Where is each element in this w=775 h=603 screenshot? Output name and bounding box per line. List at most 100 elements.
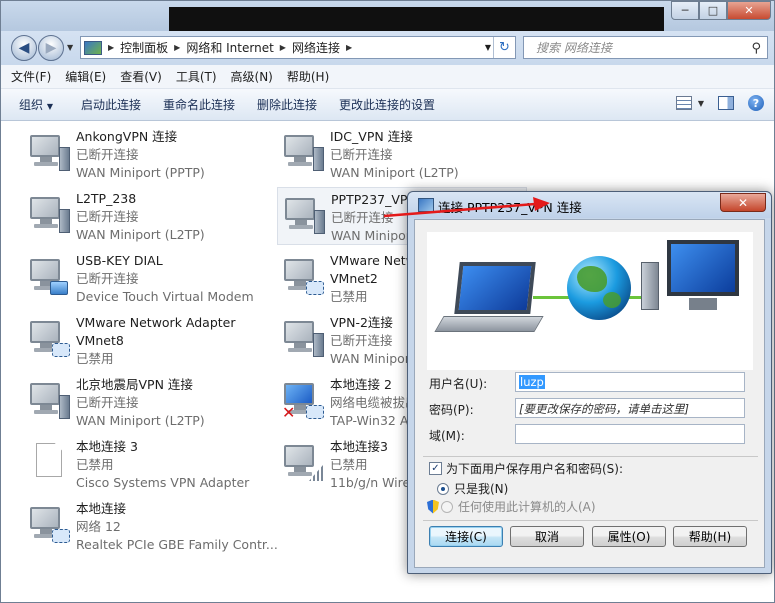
title-bar-overlay	[169, 7, 664, 31]
username-field[interactable]: luzp	[515, 372, 745, 392]
breadcrumb-network-internet[interactable]: 网络和 Internet	[186, 39, 273, 56]
connection-status: 已断开连接	[76, 209, 139, 224]
uac-shield-icon	[427, 499, 439, 514]
tower-icon	[641, 262, 659, 310]
only-me-radio[interactable]	[437, 482, 449, 495]
connection-device: WAN Miniport (PPTP)	[76, 165, 205, 180]
vpn-icon	[282, 319, 324, 359]
vpn-icon	[28, 381, 70, 421]
connection-status: 已禁用	[76, 351, 114, 366]
save-credentials-label: 为下面用户保存用户名和密码(S):	[446, 462, 624, 476]
chevron-right-icon[interactable]: ▶	[346, 43, 352, 52]
connection-device: WAN Miniport (L2TP)	[76, 227, 205, 242]
command-bar: 组织 ▼ 启动此连接 重命名此连接 删除此连接 更改此连接的设置 ▼ ?	[1, 89, 774, 121]
dialog-title: 连接 PPTP237_VPN 连接	[438, 200, 582, 215]
properties-button[interactable]: 属性(O)	[592, 526, 666, 547]
domain-label: 域(M):	[429, 429, 465, 443]
save-credentials-row[interactable]: ✓ 为下面用户保存用户名和密码(S):	[429, 460, 623, 477]
search-icon[interactable]: ⚲	[751, 41, 761, 56]
username-value: luzp	[519, 375, 545, 389]
network-folder-icon	[84, 40, 102, 55]
divider	[423, 520, 758, 521]
connection-status: 已断开连接	[76, 147, 139, 162]
preview-pane-icon[interactable]	[718, 96, 734, 110]
connection-status: 已禁用	[76, 457, 114, 472]
connection-vmnet8[interactable]: VMware Network Adapter VMnet8 已禁用	[23, 311, 273, 369]
connection-beijing-vpn[interactable]: 北京地震局VPN 连接 已断开连接 WAN Miniport (L2TP)	[23, 373, 273, 431]
connection-ankongvpn[interactable]: AnkongVPN 连接 已断开连接 WAN Miniport (PPTP)	[23, 125, 273, 183]
address-bar[interactable]: ▶ 控制面板 ▶ 网络和 Internet ▶ 网络连接 ▶ ▼ ↻	[80, 36, 516, 59]
modem-icon	[28, 257, 70, 297]
vpn-icon	[28, 195, 70, 235]
connection-name: L2TP_238	[76, 191, 137, 206]
connection-name: 北京地震局VPN 连接	[76, 377, 193, 392]
connection-device: WAN Miniport (L2TP)	[330, 165, 459, 180]
view-dropdown-icon[interactable]: ▼	[698, 99, 704, 108]
back-button[interactable]: ◀	[11, 35, 37, 61]
ethernet-icon	[28, 319, 70, 359]
connection-usb-key-dial[interactable]: USB-KEY DIAL 已断开连接 Device Touch Virtual Mo…	[23, 249, 273, 307]
chevron-right-icon[interactable]: ▶	[108, 43, 114, 52]
link-line-left	[533, 296, 573, 299]
ethernet-unplugged-icon: ✕	[282, 381, 324, 421]
anyone-row[interactable]: 任何使用此计算机的人(A)	[427, 498, 596, 515]
connection-name: VMware Network Adapter	[76, 315, 236, 330]
maximize-button[interactable]: □	[699, 1, 727, 20]
change-settings-button[interactable]: 更改此连接的设置	[325, 96, 443, 113]
wireless-icon	[282, 443, 324, 483]
help-button[interactable]: 帮助(H)	[673, 526, 747, 547]
connect-button[interactable]: 连接(C)	[429, 526, 503, 547]
connection-l2tp-238[interactable]: L2TP_238 已断开连接 WAN Miniport (L2TP)	[23, 187, 273, 245]
vpn-icon	[28, 133, 70, 173]
chevron-right-icon[interactable]: ▶	[174, 43, 180, 52]
forward-button[interactable]: ▶	[38, 35, 64, 61]
menu-tools[interactable]: 工具(T)	[176, 68, 217, 85]
connection-status: 网络 12	[76, 519, 121, 534]
connection-name: AnkongVPN 连接	[76, 129, 178, 144]
breadcrumb-network-connections[interactable]: 网络连接	[292, 39, 340, 56]
anyone-radio[interactable]	[441, 500, 453, 513]
change-view-icon[interactable]	[675, 96, 692, 110]
address-dropdown-icon[interactable]: ▼	[485, 43, 491, 52]
chevron-down-icon: ▼	[46, 102, 53, 111]
username-label: 用户名(U):	[429, 377, 488, 391]
connection-device: Device Touch Virtual Modem	[76, 289, 254, 304]
menu-view[interactable]: 查看(V)	[120, 68, 162, 85]
connection-name-line2: VMnet8	[76, 333, 124, 348]
password-field[interactable]: [要更改保存的密码，请单击这里]	[515, 398, 745, 418]
connection-local[interactable]: 本地连接 网络 12 Realtek PCIe GBE Family Contr..…	[23, 497, 278, 555]
connection-local-3[interactable]: 本地连接 3 已禁用 Cisco Systems VPN Adapter	[23, 435, 273, 493]
dialog-close-button[interactable]: ✕	[720, 193, 766, 212]
only-me-label: 只是我(N)	[454, 482, 509, 496]
connection-idc-vpn[interactable]: IDC_VPN 连接 已断开连接 WAN Miniport (L2TP)	[277, 125, 527, 183]
cancel-button[interactable]: 取消	[510, 526, 584, 547]
divider	[423, 456, 758, 457]
help-icon[interactable]: ?	[748, 95, 764, 111]
start-connection-button[interactable]: 启动此连接	[61, 96, 149, 113]
menu-help[interactable]: 帮助(H)	[287, 68, 329, 85]
error-x-icon: ✕	[282, 403, 296, 422]
chevron-right-icon[interactable]: ▶	[280, 43, 286, 52]
breadcrumb: ▶ 控制面板 ▶ 网络和 Internet ▶ 网络连接 ▶	[102, 39, 358, 56]
organize-button[interactable]: 组织 ▼	[1, 96, 61, 113]
domain-field[interactable]	[515, 424, 745, 444]
menu-advanced[interactable]: 高级(N)	[231, 68, 273, 85]
minimize-button[interactable]: ─	[671, 1, 699, 20]
laptop-base-icon	[434, 316, 544, 332]
menu-file[interactable]: 文件(F)	[11, 68, 51, 85]
rename-connection-button[interactable]: 重命名此连接	[149, 96, 243, 113]
only-me-row[interactable]: 只是我(N)	[437, 480, 508, 497]
dialog-body: 用户名(U): luzp 密码(P): [要更改保存的密码，请单击这里] 域(M…	[414, 219, 765, 568]
refresh-icon[interactable]: ↻	[493, 37, 515, 58]
search-box[interactable]: ⚲	[523, 36, 768, 59]
close-button[interactable]: ✕	[727, 1, 771, 20]
menu-edit[interactable]: 编辑(E)	[65, 68, 106, 85]
organize-label: 组织	[19, 98, 44, 112]
window-controls: ─ □ ✕	[671, 1, 771, 20]
connection-name: USB-KEY DIAL	[76, 253, 163, 268]
breadcrumb-control-panel[interactable]: 控制面板	[120, 39, 168, 56]
history-dropdown-icon[interactable]: ▼	[67, 43, 73, 52]
search-input[interactable]	[534, 38, 744, 58]
delete-connection-button[interactable]: 删除此连接	[243, 96, 325, 113]
save-credentials-checkbox[interactable]: ✓	[429, 462, 442, 475]
